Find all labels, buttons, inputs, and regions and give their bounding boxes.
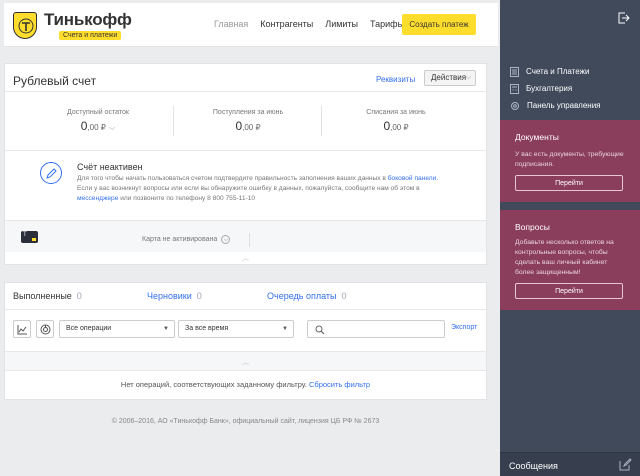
messages-label: Сообщения [509, 461, 558, 471]
document-icon [510, 66, 519, 77]
logout-icon[interactable] [618, 12, 630, 24]
nav-item-contractors[interactable]: Контрагенты [260, 19, 313, 29]
balance-value: 0,00 ₽ [383, 119, 409, 133]
caret-down-icon: ▼ [282, 326, 288, 332]
right-sidebar: Счета и Платежи Бухгалтерия Панель управ… [500, 0, 640, 476]
footer-copyright: © 2006–2016, АО «Тинькофф Банк», официал… [111, 418, 380, 425]
caret-down-icon: ▼ [163, 326, 169, 332]
sidebar-item-accounting[interactable]: Бухгалтерия [510, 80, 601, 97]
logo-name[interactable]: Тинькофф [44, 10, 132, 30]
nav-item-tariffs[interactable]: Тарифы [370, 19, 404, 29]
expense-balance: Списания за июнь 0,00 ₽ [321, 91, 471, 149]
actions-dropdown[interactable]: Действия ⌵ [424, 70, 476, 86]
reset-filter-link[interactable]: Сбросить фильтр [309, 380, 370, 389]
main-nav: Главная Контрагенты Лимиты Тарифы [214, 19, 404, 29]
chevron-down-icon: ⌵ [221, 235, 231, 244]
search-input[interactable] [307, 320, 445, 338]
export-link[interactable]: Экспорт [451, 324, 477, 331]
account-title: Рублевый счет [13, 74, 97, 88]
nav-item-limits[interactable]: Лимиты [325, 19, 358, 29]
gear-icon [511, 101, 519, 110]
inactive-title: Счёт неактивен [77, 162, 143, 172]
balances-row: Доступный остаток 0,00 ₽ ⌵ Поступления з… [5, 91, 486, 149]
pie-view-button[interactable] [36, 320, 54, 338]
inactive-description: Для того чтобы начать пользоваться счето… [77, 175, 439, 202]
nav-item-home[interactable]: Главная [214, 19, 248, 29]
bank-card-icon: T [21, 231, 38, 243]
chart-view-button[interactable] [13, 320, 31, 338]
sidebar-item-control-panel[interactable]: Панель управления [510, 97, 601, 114]
pencil-icon [40, 162, 62, 184]
tab-drafts[interactable]: Черновики 0 [147, 291, 202, 301]
chevron-down-icon: ⌵ [465, 74, 471, 81]
requisites-link[interactable]: Реквизиты [376, 75, 415, 84]
compose-icon[interactable] [619, 458, 632, 471]
questions-go-button[interactable]: Перейти [515, 283, 623, 299]
tab-payment-queue[interactable]: Очередь оплаты 0 [267, 291, 347, 301]
card-status-dropdown[interactable]: Карта не активирована ⌵ [142, 235, 231, 244]
balance-label: Доступный остаток [67, 109, 129, 116]
documents-go-button[interactable]: Перейти [515, 175, 623, 191]
operations-type-select[interactable]: Все операции ▼ [59, 320, 175, 338]
tinkoff-logo-icon[interactable] [13, 12, 37, 39]
top-header: Тинькофф Счета и платежи Главная Контраг… [4, 3, 498, 47]
period-select[interactable]: За все время ▼ [178, 320, 294, 338]
balance-value[interactable]: 0,00 ₽ ⌵ [23, 119, 173, 133]
available-balance: Доступный остаток 0,00 ₽ ⌵ [23, 91, 173, 149]
side-panel-link[interactable]: боковой панели [388, 175, 437, 182]
chevron-up-icon[interactable]: ︿ [5, 351, 486, 371]
divider [249, 233, 250, 247]
account-card: Рублевый счет Реквизиты Действия ⌵ Досту… [4, 63, 487, 265]
chevron-up-icon[interactable]: ︿ [242, 253, 249, 263]
messenger-link[interactable]: мессенджере [77, 195, 118, 202]
tab-completed[interactable]: Выполненные 0 [13, 291, 82, 301]
balance-label: Списания за июнь [366, 109, 426, 116]
calculator-icon [510, 83, 519, 94]
logo-tagline: Счета и платежи [59, 31, 122, 40]
panel-text: У вас есть документы, требующие подписан… [515, 151, 624, 168]
card-row: T Карта не активирована ⌵ [5, 220, 486, 252]
balance-value: 0,00 ₽ [235, 119, 261, 133]
empty-state-text: Нет операций, соответствующих заданному … [120, 380, 371, 389]
divider [5, 150, 486, 151]
operations-card: Выполненные 0 Черновики 0 Очередь оплаты 0 … [4, 282, 487, 400]
documents-panel: Документы У вас есть документы, требующи… [500, 120, 640, 202]
balance-label: Поступления за июнь [212, 109, 284, 116]
create-payment-button[interactable]: Создать платеж [402, 14, 476, 35]
panel-text: Добавьте несколько ответов на контрольны… [515, 239, 614, 276]
actions-label: Действия [431, 73, 467, 82]
chevron-down-icon: ⌵ [109, 123, 116, 132]
divider [5, 309, 486, 310]
messages-bar[interactable]: Сообщения [500, 452, 640, 476]
panel-title: Вопросы [515, 222, 550, 232]
panel-title: Документы [515, 132, 559, 142]
income-balance: Поступления за июнь 0,00 ₽ [173, 91, 323, 149]
donut-chart-icon [40, 324, 51, 335]
search-icon [315, 325, 325, 335]
sidebar-item-accounts[interactable]: Счета и Платежи [510, 63, 601, 80]
line-chart-icon [17, 325, 27, 335]
sidebar-menu: Счета и Платежи Бухгалтерия Панель управ… [510, 63, 601, 114]
questions-panel: Вопросы Добавьте несколько ответов на ко… [500, 210, 640, 310]
